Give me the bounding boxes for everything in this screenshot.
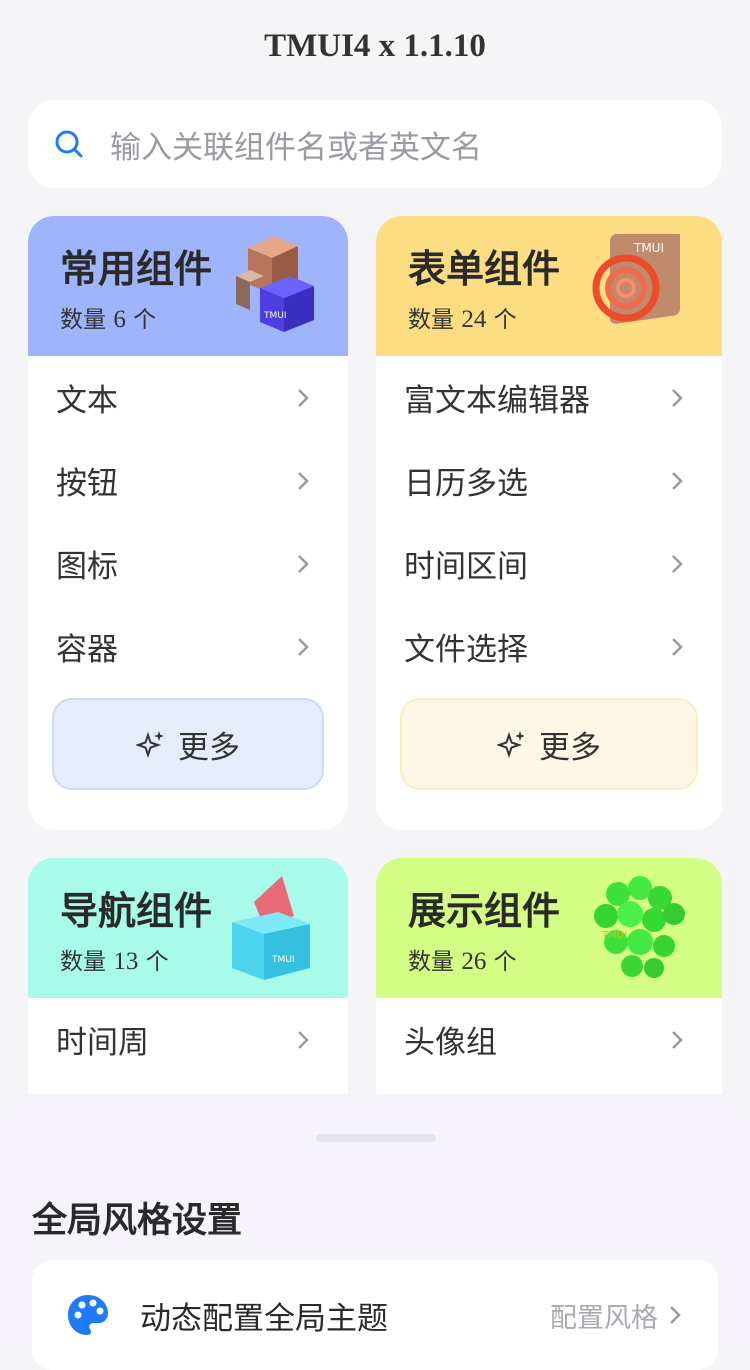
chevron-right-icon bbox=[298, 554, 309, 573]
list-item[interactable]: 日历多选 bbox=[376, 439, 722, 522]
chevron-right-icon bbox=[672, 637, 683, 656]
chevron-right-icon bbox=[672, 554, 683, 573]
card-form-components: 表单组件 数量 24 个 TMUI 富文本编辑器 日历多选 时间区间 文件选择 … bbox=[376, 216, 722, 830]
chevron-right-icon bbox=[298, 637, 309, 656]
palette-icon bbox=[68, 1295, 108, 1335]
spiral-illustration-icon: TMUI bbox=[592, 234, 680, 324]
configure-style-link[interactable]: 配置风格 bbox=[550, 1296, 658, 1335]
search-bar[interactable]: 输入关联组件名或者英文名 bbox=[28, 100, 722, 188]
list-item[interactable]: 按钮 bbox=[28, 439, 348, 522]
chevron-right-icon bbox=[670, 1306, 681, 1324]
card-header[interactable]: 常用组件 数量 6 个 TMUI bbox=[28, 216, 348, 356]
list-item[interactable]: 文本 bbox=[28, 356, 348, 439]
list-item[interactable]: 富文本编辑器 bbox=[376, 356, 722, 439]
chevron-right-icon bbox=[672, 471, 683, 490]
chevron-right-icon bbox=[298, 471, 309, 490]
card-header[interactable]: 表单组件 数量 24 个 TMUI bbox=[376, 216, 722, 356]
chevron-right-icon bbox=[672, 388, 683, 407]
chevron-right-icon bbox=[298, 388, 309, 407]
list-item[interactable]: 头像组 bbox=[376, 998, 722, 1081]
list-item[interactable]: 文件选择 bbox=[376, 605, 722, 688]
list-item[interactable]: 图标 bbox=[28, 522, 348, 605]
balloons-illustration-icon: TMUI bbox=[594, 876, 685, 978]
list-item[interactable]: 时间周 bbox=[28, 998, 348, 1081]
svg-text:TMUI: TMUI bbox=[633, 241, 664, 255]
card-header[interactable]: 展示组件 数量 26 个 TMUI bbox=[376, 858, 722, 998]
chevron-right-icon bbox=[672, 1030, 683, 1049]
sparkle-icon bbox=[497, 731, 525, 759]
more-button[interactable]: 更多 bbox=[400, 698, 698, 790]
list-item[interactable]: 时间区间 bbox=[376, 522, 722, 605]
page-title: TMUI4 x 1.1.10 bbox=[264, 28, 486, 64]
theme-config-label: 动态配置全局主题 bbox=[140, 1300, 388, 1337]
more-button[interactable]: 更多 bbox=[52, 698, 324, 790]
sheet-drag-handle[interactable] bbox=[316, 1134, 436, 1142]
card-header[interactable]: 导航组件 数量 13 个 TMUI bbox=[28, 858, 348, 998]
theme-config-row[interactable]: 动态配置全局主题 配置风格 bbox=[32, 1260, 718, 1370]
search-icon bbox=[55, 130, 83, 158]
global-style-sheet: 全局风格设置 动态配置全局主题 配置风格 bbox=[0, 1094, 750, 1370]
chevron-right-icon bbox=[298, 1030, 309, 1049]
svg-text:TMUI: TMUI bbox=[263, 311, 287, 321]
sparkle-icon bbox=[136, 731, 164, 759]
svg-text:TMUI: TMUI bbox=[271, 955, 295, 965]
card-common-components: 常用组件 数量 6 个 TMUI 文本 按钮 图标 容器 更多 bbox=[28, 216, 348, 830]
list-item[interactable]: 容器 bbox=[28, 605, 348, 688]
sheet-title: 全局风格设置 bbox=[32, 1201, 243, 1241]
cube-illustration-icon: TMUI bbox=[236, 236, 314, 332]
search-input[interactable]: 输入关联组件名或者英文名 bbox=[110, 122, 482, 167]
svg-text:TMUI: TMUI bbox=[601, 930, 627, 941]
box-illustration-icon: TMUI bbox=[232, 876, 310, 980]
